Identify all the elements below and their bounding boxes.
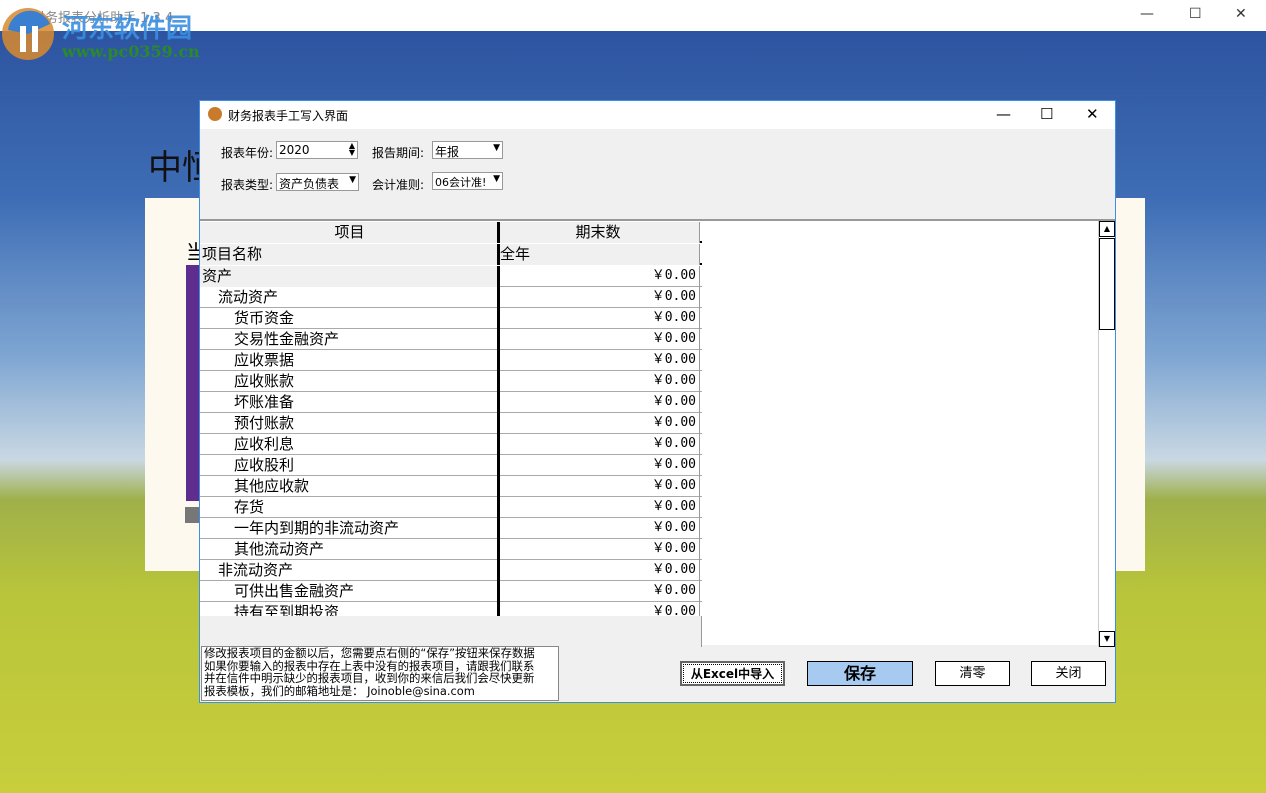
outer-close-button[interactable]: ✕: [1235, 6, 1247, 22]
row-item-name: 应收利息: [200, 434, 500, 455]
row-item-name: 坏账准备: [200, 392, 500, 413]
row-item-name: 货币资金: [200, 308, 500, 329]
row-value-cell[interactable]: ￥0.00: [500, 434, 700, 455]
column-header-item: 项目: [200, 222, 500, 243]
row-value-cell[interactable]: ￥0.00: [500, 350, 700, 371]
background-purple-bar: [186, 265, 200, 501]
row-value-cell[interactable]: ￥0.00: [500, 581, 700, 602]
table-row[interactable]: 应收票据￥0.00: [200, 350, 702, 371]
close-button[interactable]: 关闭: [1031, 661, 1106, 686]
table-row[interactable]: 资产￥0.00: [200, 266, 702, 287]
subheader-full-year: 全年: [500, 244, 700, 265]
watermark-text: 河东软件园: [62, 8, 192, 45]
table-row[interactable]: 存货￥0.00: [200, 497, 702, 518]
row-value-cell[interactable]: ￥0.00: [500, 392, 700, 413]
note-line: 报表模板，我们的邮箱地址是： Joinoble@sina.com: [204, 685, 558, 698]
row-value-cell[interactable]: ￥0.00: [500, 497, 700, 518]
table-row[interactable]: 应收利息￥0.00: [200, 434, 702, 455]
row-value-cell[interactable]: ￥0.00: [500, 518, 700, 539]
subheader-item-name: 项目名称: [200, 244, 500, 265]
standard-value: 06会计准!: [435, 176, 486, 189]
table-row[interactable]: 货币资金￥0.00: [200, 308, 702, 329]
table-row[interactable]: 其他应收款￥0.00: [200, 476, 702, 497]
dialog-title-bar: 财务报表手工写入界面 — ☐ ✕: [200, 101, 1115, 129]
dialog-maximize-button[interactable]: ☐: [1040, 105, 1053, 123]
type-value: 资产负债表: [279, 177, 339, 191]
note-line: 并在信件中明示缺少的报表项目，收到你的来信后我们会尽快更新: [204, 672, 558, 685]
row-item-name: 应收账款: [200, 371, 500, 392]
period-label: 报告期间:: [372, 144, 424, 161]
row-value-cell[interactable]: ￥0.00: [500, 287, 700, 308]
row-value-cell[interactable]: ￥0.00: [500, 476, 700, 497]
year-value: 2020: [279, 143, 310, 157]
row-item-name: 存货: [200, 497, 500, 518]
row-value-cell[interactable]: ￥0.00: [500, 371, 700, 392]
row-item-name: 交易性金融资产: [200, 329, 500, 350]
clear-button[interactable]: 清零: [935, 661, 1010, 686]
row-item-name: 一年内到期的非流动资产: [200, 518, 500, 539]
period-value: 年报: [435, 145, 459, 159]
table-row[interactable]: 应收账款￥0.00: [200, 371, 702, 392]
table-row[interactable]: 应收股利￥0.00: [200, 455, 702, 476]
table-row[interactable]: 其他流动资产￥0.00: [200, 539, 702, 560]
note-line: 修改报表项目的金额以后，您需要点右侧的“保存”按钮来保存数据: [204, 647, 558, 660]
scroll-down-icon[interactable]: ▼: [1099, 631, 1115, 647]
background-button[interactable]: [185, 507, 200, 523]
subheader-row: 项目名称 全年: [200, 244, 702, 265]
header-row: 项目 期末数: [200, 222, 702, 243]
type-select[interactable]: 资产负债表 ▼: [276, 173, 359, 191]
table-row[interactable]: 非流动资产￥0.00: [200, 560, 702, 581]
manual-entry-dialog: 财务报表手工写入界面 — ☐ ✕ 报表年份: 2020▲▼ 报告期间: 年报▼ …: [199, 100, 1116, 703]
grid-footer: [200, 616, 702, 647]
row-value-cell[interactable]: ￥0.00: [500, 308, 700, 329]
dialog-minimize-button[interactable]: —: [996, 105, 1011, 123]
table-row[interactable]: 可供出售金融资产￥0.00: [200, 581, 702, 602]
row-value-cell[interactable]: ￥0.00: [500, 413, 700, 434]
outer-minimize-button[interactable]: —: [1140, 6, 1154, 22]
dialog-close-button[interactable]: ✕: [1086, 105, 1099, 123]
standard-select[interactable]: 06会计准! ▼: [432, 172, 503, 190]
help-note: 修改报表项目的金额以后，您需要点右侧的“保存”按钮来保存数据 如果你要输入的报表…: [201, 646, 559, 701]
row-value-cell[interactable]: ￥0.00: [500, 266, 700, 287]
row-value-cell[interactable]: ￥0.00: [500, 329, 700, 350]
row-value-cell[interactable]: ￥0.00: [500, 455, 700, 476]
table-row[interactable]: 一年内到期的非流动资产￥0.00: [200, 518, 702, 539]
chevron-down-icon: ▼: [493, 174, 500, 184]
scrollbar-thumb[interactable]: [1099, 238, 1115, 330]
row-item-name: 流动资产: [200, 287, 500, 308]
row-value-cell[interactable]: ￥0.00: [500, 539, 700, 560]
watermark-logo-icon: [0, 4, 60, 62]
year-label: 报表年份:: [221, 144, 273, 161]
row-item-name: 应收票据: [200, 350, 500, 371]
save-button[interactable]: 保存: [807, 661, 913, 686]
standard-label: 会计准则:: [372, 176, 424, 193]
scroll-up-icon[interactable]: ▲: [1099, 221, 1115, 237]
chevron-down-icon: ▼: [349, 175, 356, 185]
row-item-name: 可供出售金融资产: [200, 581, 500, 602]
import-excel-button[interactable]: 从Excel中导入: [680, 661, 785, 686]
column-header-end-value: 期末数: [500, 222, 700, 243]
table-row[interactable]: 流动资产￥0.00: [200, 287, 702, 308]
dialog-title: 财务报表手工写入界面: [228, 107, 348, 124]
type-label: 报表类型:: [221, 176, 273, 193]
row-item-name: 应收股利: [200, 455, 500, 476]
spinner-arrows-icon[interactable]: ▲▼: [349, 142, 355, 156]
period-select[interactable]: 年报 ▼: [432, 141, 503, 159]
row-item-name: 非流动资产: [200, 560, 500, 581]
year-spinner[interactable]: 2020 ▲▼: [276, 141, 358, 159]
row-value-cell[interactable]: ￥0.00: [500, 560, 700, 581]
balance-sheet-grid: 项目 期末数 项目名称 全年 资产￥0.00流动资产￥0.00货币资金￥0.00…: [200, 219, 1115, 645]
table-row[interactable]: 预付账款￥0.00: [200, 413, 702, 434]
vertical-scrollbar[interactable]: ▲ ▼: [1098, 221, 1115, 647]
row-item-name: 其他流动资产: [200, 539, 500, 560]
chevron-down-icon: ▼: [493, 143, 500, 153]
row-item-name: 其他应收款: [200, 476, 500, 497]
row-item-name: 资产: [200, 266, 500, 287]
table-row[interactable]: 坏账准备￥0.00: [200, 392, 702, 413]
table-row[interactable]: 交易性金融资产￥0.00: [200, 329, 702, 350]
app-icon: [208, 107, 222, 121]
row-item-name: 预付账款: [200, 413, 500, 434]
watermark-url: www.pc0359.cn: [62, 42, 200, 61]
outer-maximize-button[interactable]: ☐: [1189, 6, 1202, 22]
